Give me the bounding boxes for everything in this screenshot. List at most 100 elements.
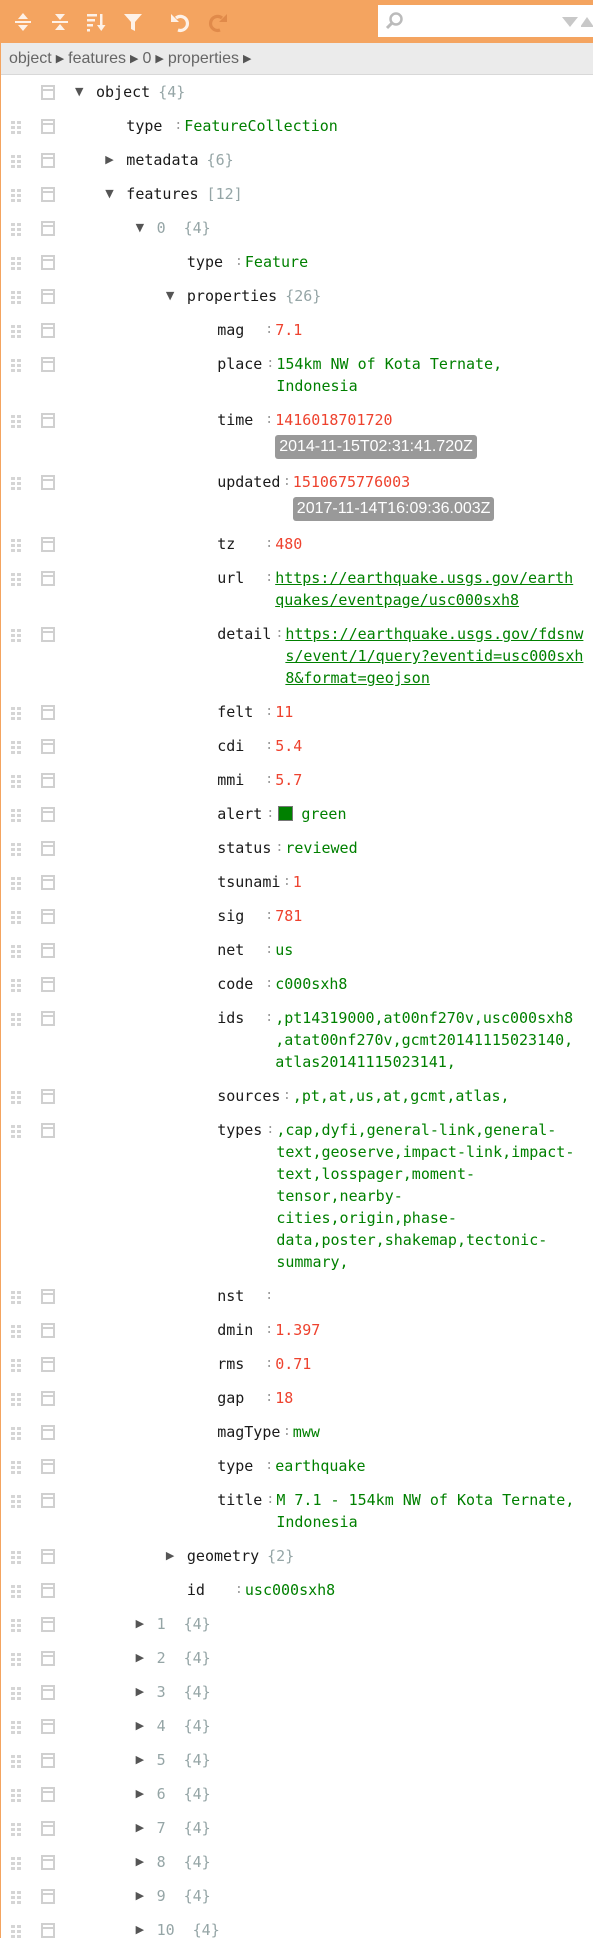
- field-key[interactable]: gap: [217, 1387, 261, 1409]
- drag-handle-icon[interactable]: [11, 1755, 21, 1768]
- field-value[interactable]: 0.71: [275, 1355, 311, 1373]
- drag-handle-icon[interactable]: [11, 1891, 21, 1904]
- field-key[interactable]: type: [187, 251, 231, 273]
- field-value[interactable]: 11: [275, 703, 293, 721]
- field-value[interactable]: M 7.1 - 154km NW of Kota Ternate, Indone…: [276, 1491, 583, 1531]
- drag-handle-icon[interactable]: [11, 877, 21, 890]
- drag-handle-icon[interactable]: [11, 843, 21, 856]
- field-key[interactable]: rms: [217, 1353, 261, 1375]
- expand-all-button[interactable]: [9, 8, 37, 36]
- breadcrumb-item-properties[interactable]: properties: [168, 50, 239, 68]
- field-key[interactable]: url: [217, 567, 261, 589]
- breadcrumb-arrow-icon[interactable]: ▶: [243, 52, 251, 65]
- field-key[interactable]: id: [187, 1579, 231, 1601]
- field-value[interactable]: 1.397: [275, 1321, 320, 1339]
- field-value[interactable]: FeatureCollection: [184, 117, 338, 135]
- expand-triangle-icon[interactable]: ▶: [105, 149, 126, 171]
- expand-triangle-icon[interactable]: ▶: [136, 1749, 157, 1771]
- sort-button[interactable]: [82, 8, 110, 36]
- field-key[interactable]: felt: [217, 701, 261, 723]
- context-menu-button[interactable]: [41, 475, 55, 490]
- drag-handle-icon[interactable]: [11, 291, 21, 304]
- node-key[interactable]: metadata: [126, 149, 198, 171]
- search-previous-icon[interactable]: [581, 16, 593, 28]
- expand-triangle-icon[interactable]: ▶: [136, 1885, 157, 1907]
- context-menu-button[interactable]: [41, 1289, 55, 1304]
- field-value[interactable]: 7.1: [275, 321, 302, 339]
- context-menu-button[interactable]: [41, 85, 55, 100]
- context-menu-button[interactable]: [41, 1459, 55, 1474]
- drag-handle-icon[interactable]: [11, 1789, 21, 1802]
- field-key[interactable]: net: [217, 939, 261, 961]
- context-menu-button[interactable]: [41, 221, 55, 236]
- drag-handle-icon[interactable]: [11, 707, 21, 720]
- drag-handle-icon[interactable]: [11, 155, 21, 168]
- context-menu-button[interactable]: [41, 1011, 55, 1026]
- context-menu-button[interactable]: [41, 1089, 55, 1104]
- drag-handle-icon[interactable]: [11, 257, 21, 270]
- color-swatch[interactable]: [278, 806, 294, 821]
- drag-handle-icon[interactable]: [11, 911, 21, 924]
- drag-handle-icon[interactable]: [11, 1687, 21, 1700]
- field-key[interactable]: code: [217, 973, 261, 995]
- undo-button[interactable]: [166, 8, 194, 36]
- drag-handle-icon[interactable]: [11, 1925, 21, 1938]
- field-value[interactable]: Feature: [245, 253, 308, 271]
- drag-handle-icon[interactable]: [11, 1653, 21, 1666]
- context-menu-button[interactable]: [41, 1493, 55, 1508]
- field-value[interactable]: green: [301, 805, 346, 823]
- field-key[interactable]: updated: [217, 471, 280, 493]
- context-menu-button[interactable]: [41, 1617, 55, 1632]
- field-value-link[interactable]: https://earthquake.usgs.gov/earthquakes/…: [275, 569, 573, 609]
- expand-triangle-icon[interactable]: ▶: [136, 1919, 157, 1938]
- field-key[interactable]: cdi: [217, 735, 261, 757]
- context-menu-button[interactable]: [41, 627, 55, 642]
- drag-handle-icon[interactable]: [11, 1393, 21, 1406]
- field-key[interactable]: nst: [217, 1285, 261, 1307]
- context-menu-button[interactable]: [41, 413, 55, 428]
- expand-triangle-icon[interactable]: ▶: [136, 1783, 157, 1805]
- collapse-triangle-icon[interactable]: ▼: [136, 217, 157, 239]
- drag-handle-icon[interactable]: [11, 1013, 21, 1026]
- field-key[interactable]: type: [126, 115, 170, 137]
- node-key[interactable]: properties: [187, 285, 277, 307]
- expand-triangle-icon[interactable]: ▶: [136, 1613, 157, 1635]
- drag-handle-icon[interactable]: [11, 539, 21, 552]
- context-menu-button[interactable]: [41, 1787, 55, 1802]
- context-menu-button[interactable]: [41, 1357, 55, 1372]
- context-menu-button[interactable]: [41, 977, 55, 992]
- field-key[interactable]: time: [217, 409, 261, 431]
- context-menu-button[interactable]: [41, 1425, 55, 1440]
- drag-handle-icon[interactable]: [11, 415, 21, 428]
- field-value[interactable]: 5.7: [275, 771, 302, 789]
- drag-handle-icon[interactable]: [11, 945, 21, 958]
- breadcrumb-item-features[interactable]: features: [68, 50, 126, 68]
- drag-handle-icon[interactable]: [11, 775, 21, 788]
- field-value[interactable]: us: [275, 941, 293, 959]
- context-menu-button[interactable]: [41, 1753, 55, 1768]
- expand-triangle-icon[interactable]: ▶: [136, 1681, 157, 1703]
- drag-handle-icon[interactable]: [11, 573, 21, 586]
- drag-handle-icon[interactable]: [11, 1359, 21, 1372]
- field-key[interactable]: dmin: [217, 1319, 261, 1341]
- field-key[interactable]: mmi: [217, 769, 261, 791]
- field-value[interactable]: 781: [275, 907, 302, 925]
- field-value[interactable]: earthquake: [275, 1457, 365, 1475]
- context-menu-button[interactable]: [41, 1583, 55, 1598]
- field-value[interactable]: 480: [275, 535, 302, 553]
- field-key[interactable]: title: [217, 1489, 262, 1511]
- drag-handle-icon[interactable]: [11, 741, 21, 754]
- field-value[interactable]: usc000sxh8: [245, 1581, 335, 1599]
- drag-handle-icon[interactable]: [11, 1823, 21, 1836]
- drag-handle-icon[interactable]: [11, 1427, 21, 1440]
- drag-handle-icon[interactable]: [11, 629, 21, 642]
- context-menu-button[interactable]: [41, 1821, 55, 1836]
- field-value[interactable]: mww: [293, 1423, 320, 1441]
- context-menu-button[interactable]: [41, 1323, 55, 1338]
- field-value[interactable]: 154km NW of Kota Ternate, Indonesia: [276, 355, 511, 395]
- context-menu-button[interactable]: [41, 875, 55, 890]
- context-menu-button[interactable]: [41, 1123, 55, 1138]
- breadcrumb-item-0[interactable]: 0: [142, 50, 151, 68]
- field-key[interactable]: mag: [217, 319, 261, 341]
- field-value[interactable]: reviewed: [285, 839, 357, 857]
